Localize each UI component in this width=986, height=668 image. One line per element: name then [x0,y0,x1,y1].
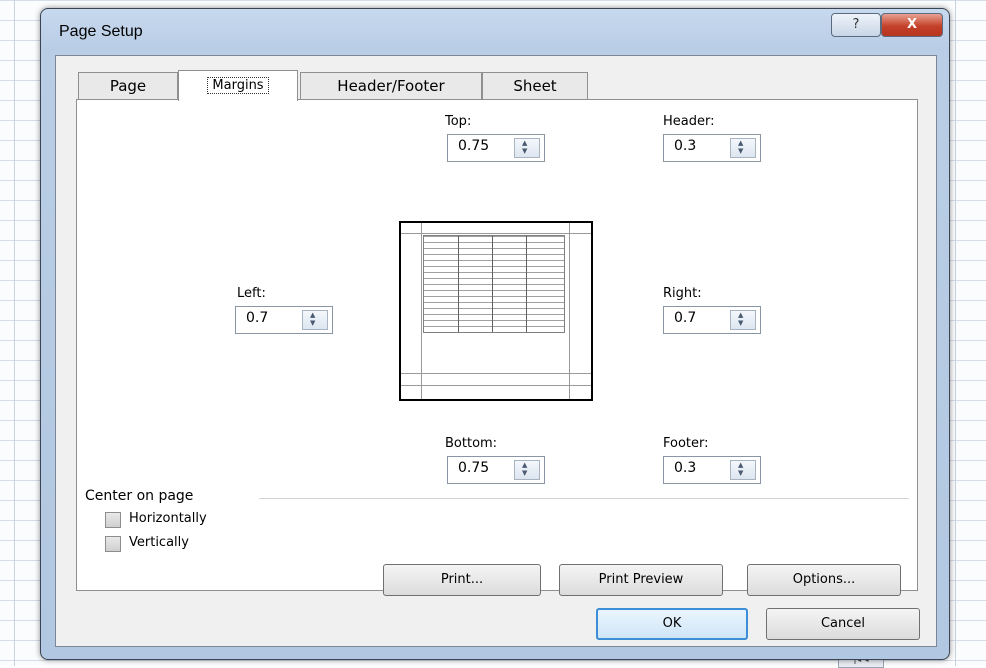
cancel-button[interactable]: Cancel [766,608,920,640]
tab-label: Margins [207,77,269,94]
bottom-label: Bottom: [445,436,498,451]
tab-label: Header/Footer [337,77,445,95]
tab-margins[interactable]: Margins [178,70,298,101]
left-margin-value: 0.7 [246,310,269,326]
vertically-label[interactable]: Vertically [129,535,189,550]
dialog-client-area: Page Margins Header/Footer Sheet Top: 0.… [55,55,937,647]
print-button[interactable]: Print... [383,564,541,596]
right-label: Right: [663,286,702,301]
top-margin-spinner[interactable]: 0.75 ▲ ▼ [447,134,545,162]
margins-preview [399,221,593,401]
horizontally-label[interactable]: Horizontally [129,511,207,526]
preview-guide-line [421,223,422,399]
center-on-page-label: Center on page [85,488,194,504]
dialog-title: Page Setup [59,23,143,40]
tab-header-footer[interactable]: Header/Footer [300,72,482,99]
header-label: Header: [663,114,715,129]
header-margin-spinner[interactable]: 0.3 ▲ ▼ [663,134,761,162]
preview-table-column [492,236,493,332]
help-button[interactable]: ? [831,13,881,37]
close-icon: X [906,17,918,32]
top-label: Top: [445,114,472,129]
vertically-checkbox[interactable] [105,536,121,552]
preview-table-column [526,236,527,332]
title-bar[interactable]: Page Setup ? X [41,9,949,55]
horizontally-checkbox[interactable] [105,512,121,528]
footer-label: Footer: [663,436,709,451]
ok-button[interactable]: OK [596,608,748,640]
preview-guide-line [401,385,591,386]
options-button[interactable]: Options... [747,564,901,596]
right-margin-value: 0.7 [674,310,697,326]
print-preview-button[interactable]: Print Preview [559,564,723,596]
left-margin-spinner[interactable]: 0.7 ▲ ▼ [235,306,333,334]
top-margin-value: 0.75 [458,138,490,154]
left-label: Left: [237,286,266,301]
tab-sheet[interactable]: Sheet [482,72,588,99]
spinner-arrows-icon[interactable]: ▲ ▼ [514,138,540,158]
page-setup-dialog: Page Setup ? X Page Margins Header/Foote… [40,8,950,660]
tab-label: Page [109,77,147,95]
tab-label: Sheet [513,77,557,95]
bottom-margin-value: 0.75 [458,460,490,476]
preview-table-column [458,236,459,332]
close-button[interactable]: X [881,13,943,37]
spinner-arrows-icon[interactable]: ▲ ▼ [730,460,756,480]
spinner-arrows-icon[interactable]: ▲ ▼ [730,310,756,330]
spreadsheet-gridline [14,0,15,666]
header-margin-value: 0.3 [674,138,697,154]
preview-guide-line [401,233,591,234]
spinner-arrows-icon[interactable]: ▲ ▼ [302,310,328,330]
footer-margin-spinner[interactable]: 0.3 ▲ ▼ [663,456,761,484]
preview-guide-line [569,223,570,399]
group-divider [259,498,909,499]
preview-guide-line [401,373,591,374]
spinner-arrows-icon[interactable]: ▲ ▼ [730,138,756,158]
bottom-margin-spinner[interactable]: 0.75 ▲ ▼ [447,456,545,484]
tab-page[interactable]: Page [78,72,178,99]
spinner-arrows-icon[interactable]: ▲ ▼ [514,460,540,480]
preview-table-icon [423,235,565,333]
spreadsheet-gridline [955,0,956,666]
footer-margin-value: 0.3 [674,460,697,476]
right-margin-spinner[interactable]: 0.7 ▲ ▼ [663,306,761,334]
margins-panel: Top: 0.75 ▲ ▼ Header: 0.3 ▲ ▼ Left: 0.7 ▲ ▼… [76,99,918,596]
help-icon: ? [852,17,860,32]
